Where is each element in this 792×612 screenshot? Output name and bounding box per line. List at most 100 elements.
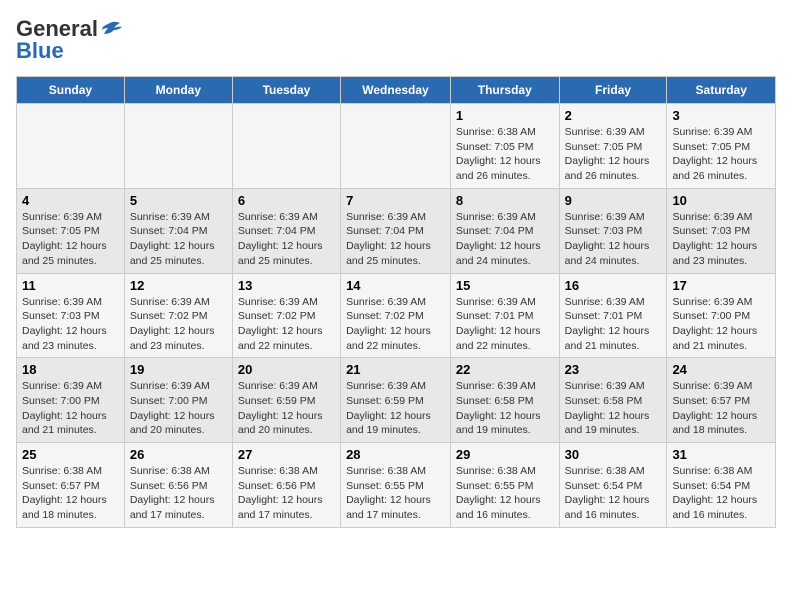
day-info: Sunrise: 6:38 AM Sunset: 7:05 PM Dayligh… [456,125,554,184]
calendar-cell: 13 Sunrise: 6:39 AM Sunset: 7:02 PM Dayli… [232,273,340,358]
calendar-week-row: 25 Sunrise: 6:38 AM Sunset: 6:57 PM Dayli… [17,443,776,528]
calendar-cell: 3Sunrise: 6:39 AM Sunset: 7:05 PM Daylig… [667,104,776,189]
day-info: Sunrise: 6:39 AM Sunset: 6:58 PM Dayligh… [456,379,554,438]
day-number: 29 [456,447,554,462]
day-number: 24 [672,362,770,377]
logo: General Blue [16,16,122,64]
calendar-cell: 16 Sunrise: 6:39 AM Sunset: 7:01 PM Dayli… [559,273,667,358]
calendar-cell: 4Sunrise: 6:39 AM Sunset: 7:05 PM Daylig… [17,188,125,273]
day-number: 12 [130,278,227,293]
day-number: 17 [672,278,770,293]
calendar-cell: 1 Sunrise: 6:38 AM Sunset: 7:05 PM Daylig… [450,104,559,189]
calendar-week-row: 11Sunrise: 6:39 AM Sunset: 7:03 PM Dayli… [17,273,776,358]
day-number: 20 [238,362,335,377]
day-info: Sunrise: 6:38 AM Sunset: 6:55 PM Dayligh… [346,464,445,523]
day-info: Sunrise: 6:39 AM Sunset: 6:58 PM Dayligh… [565,379,662,438]
calendar-cell: 8 Sunrise: 6:39 AM Sunset: 7:04 PM Daylig… [450,188,559,273]
calendar-cell: 26 Sunrise: 6:38 AM Sunset: 6:56 PM Dayli… [124,443,232,528]
day-info: Sunrise: 6:38 AM Sunset: 6:55 PM Dayligh… [456,464,554,523]
day-info: Sunrise: 6:39 AM Sunset: 7:05 PM Dayligh… [565,125,662,184]
day-number: 15 [456,278,554,293]
calendar-cell: 30 Sunrise: 6:38 AM Sunset: 6:54 PM Dayli… [559,443,667,528]
calendar-header-row: SundayMondayTuesdayWednesdayThursdayFrid… [17,77,776,104]
day-number: 7 [346,193,445,208]
day-number: 9 [565,193,662,208]
day-number: 23 [565,362,662,377]
calendar-cell: 28 Sunrise: 6:38 AM Sunset: 6:55 PM Dayli… [341,443,451,528]
day-number: 10 [672,193,770,208]
day-number: 5 [130,193,227,208]
calendar-cell: 31Sunrise: 6:38 AM Sunset: 6:54 PM Dayli… [667,443,776,528]
calendar-cell: 15 Sunrise: 6:39 AM Sunset: 7:01 PM Dayli… [450,273,559,358]
day-number: 13 [238,278,335,293]
calendar-cell: 6 Sunrise: 6:39 AM Sunset: 7:04 PM Daylig… [232,188,340,273]
day-info: Sunrise: 6:39 AM Sunset: 7:05 PM Dayligh… [22,210,119,269]
calendar-cell: 25 Sunrise: 6:38 AM Sunset: 6:57 PM Dayli… [17,443,125,528]
calendar-cell [232,104,340,189]
calendar-cell: 19Sunrise: 6:39 AM Sunset: 7:00 PM Dayli… [124,358,232,443]
calendar-table: SundayMondayTuesdayWednesdayThursdayFrid… [16,76,776,528]
day-number: 8 [456,193,554,208]
day-info: Sunrise: 6:39 AM Sunset: 7:04 PM Dayligh… [238,210,335,269]
day-info: Sunrise: 6:39 AM Sunset: 7:01 PM Dayligh… [565,295,662,354]
calendar-week-row: 18 Sunrise: 6:39 AM Sunset: 7:00 PM Dayli… [17,358,776,443]
day-info: Sunrise: 6:39 AM Sunset: 7:03 PM Dayligh… [565,210,662,269]
calendar-cell: 12 Sunrise: 6:39 AM Sunset: 7:02 PM Dayli… [124,273,232,358]
calendar-header-thursday: Thursday [450,77,559,104]
calendar-cell: 9 Sunrise: 6:39 AM Sunset: 7:03 PM Daylig… [559,188,667,273]
day-info: Sunrise: 6:39 AM Sunset: 7:04 PM Dayligh… [456,210,554,269]
calendar-cell: 17 Sunrise: 6:39 AM Sunset: 7:00 PM Dayli… [667,273,776,358]
calendar-cell: 21 Sunrise: 6:39 AM Sunset: 6:59 PM Dayli… [341,358,451,443]
day-info: Sunrise: 6:39 AM Sunset: 7:04 PM Dayligh… [346,210,445,269]
day-info: Sunrise: 6:39 AM Sunset: 6:59 PM Dayligh… [346,379,445,438]
calendar-week-row: 4Sunrise: 6:39 AM Sunset: 7:05 PM Daylig… [17,188,776,273]
day-number: 19 [130,362,227,377]
day-number: 6 [238,193,335,208]
day-info: Sunrise: 6:39 AM Sunset: 6:57 PM Dayligh… [672,379,770,438]
calendar-cell: 20 Sunrise: 6:39 AM Sunset: 6:59 PM Dayli… [232,358,340,443]
calendar-cell: 27 Sunrise: 6:38 AM Sunset: 6:56 PM Dayli… [232,443,340,528]
calendar-cell: 11Sunrise: 6:39 AM Sunset: 7:03 PM Dayli… [17,273,125,358]
logo-blue: Blue [16,38,64,64]
calendar-cell [341,104,451,189]
day-info: Sunrise: 6:39 AM Sunset: 6:59 PM Dayligh… [238,379,335,438]
header: General Blue [16,16,776,64]
logo-bird-icon [100,20,122,38]
calendar-header-sunday: Sunday [17,77,125,104]
calendar-header-saturday: Saturday [667,77,776,104]
day-number: 27 [238,447,335,462]
day-number: 16 [565,278,662,293]
day-info: Sunrise: 6:39 AM Sunset: 7:00 PM Dayligh… [22,379,119,438]
calendar-header-friday: Friday [559,77,667,104]
day-number: 25 [22,447,119,462]
calendar-cell: 5 Sunrise: 6:39 AM Sunset: 7:04 PM Daylig… [124,188,232,273]
day-info: Sunrise: 6:39 AM Sunset: 7:03 PM Dayligh… [22,295,119,354]
calendar-header-tuesday: Tuesday [232,77,340,104]
calendar-cell: 14 Sunrise: 6:39 AM Sunset: 7:02 PM Dayli… [341,273,451,358]
day-info: Sunrise: 6:38 AM Sunset: 6:56 PM Dayligh… [130,464,227,523]
day-number: 3 [672,108,770,123]
day-info: Sunrise: 6:39 AM Sunset: 7:02 PM Dayligh… [238,295,335,354]
day-info: Sunrise: 6:39 AM Sunset: 7:02 PM Dayligh… [346,295,445,354]
calendar-header-wednesday: Wednesday [341,77,451,104]
calendar-cell: 29 Sunrise: 6:38 AM Sunset: 6:55 PM Dayli… [450,443,559,528]
day-info: Sunrise: 6:38 AM Sunset: 6:54 PM Dayligh… [565,464,662,523]
day-number: 22 [456,362,554,377]
calendar-cell: 23 Sunrise: 6:39 AM Sunset: 6:58 PM Dayli… [559,358,667,443]
calendar-cell: 22 Sunrise: 6:39 AM Sunset: 6:58 PM Dayli… [450,358,559,443]
day-number: 28 [346,447,445,462]
day-number: 30 [565,447,662,462]
day-number: 2 [565,108,662,123]
day-info: Sunrise: 6:39 AM Sunset: 7:04 PM Dayligh… [130,210,227,269]
day-number: 14 [346,278,445,293]
day-number: 1 [456,108,554,123]
day-info: Sunrise: 6:38 AM Sunset: 6:57 PM Dayligh… [22,464,119,523]
day-number: 21 [346,362,445,377]
day-info: Sunrise: 6:39 AM Sunset: 7:02 PM Dayligh… [130,295,227,354]
day-info: Sunrise: 6:39 AM Sunset: 7:03 PM Dayligh… [672,210,770,269]
day-info: Sunrise: 6:39 AM Sunset: 7:01 PM Dayligh… [456,295,554,354]
day-number: 26 [130,447,227,462]
day-info: Sunrise: 6:39 AM Sunset: 7:00 PM Dayligh… [672,295,770,354]
day-info: Sunrise: 6:38 AM Sunset: 6:56 PM Dayligh… [238,464,335,523]
day-number: 18 [22,362,119,377]
